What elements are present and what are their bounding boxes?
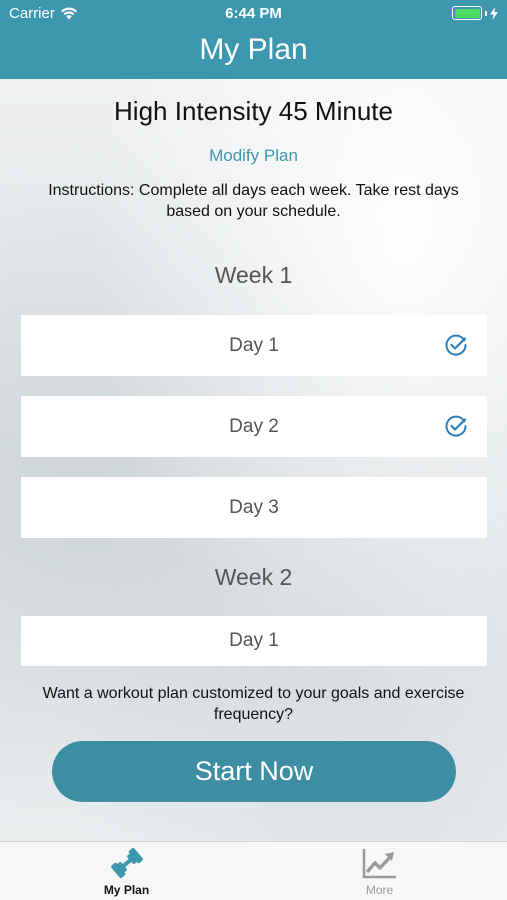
day-row[interactable]: Day 1 [21,315,487,376]
tab-more[interactable]: More [253,842,506,900]
day-row[interactable]: Day 2 [21,396,487,457]
day-label: Day 2 [229,415,279,437]
status-bar: Carrier 6:44 PM [0,0,507,28]
day-label: Day 1 [229,630,279,651]
dumbbell-icon [110,848,143,878]
charging-bolt-icon [490,6,498,20]
chart-trend-icon [362,849,396,879]
week-heading: Week 1 [214,262,293,288]
tab-my-plan[interactable]: My Plan [0,842,253,900]
tab-bar: My Plan More [0,841,507,900]
tab-label: More [365,883,394,897]
day-label: Day 3 [229,496,279,518]
battery-icon [452,6,498,20]
day-row[interactable]: Day 3 [21,477,487,538]
completed-check-icon [445,334,467,356]
day-label: Day 1 [229,334,279,356]
status-time: 6:44 PM [225,5,282,22]
week-heading: Week 2 [214,564,293,590]
modify-plan-link[interactable]: Modify Plan [0,146,507,166]
completed-check-icon [445,415,467,437]
day-row[interactable]: Day 1 [21,616,487,666]
start-now-button[interactable]: Start Now [52,741,456,802]
plan-title: High Intensity 45 Minute [114,96,393,126]
nav-title: My Plan [199,33,308,66]
promo-text: Want a workout plan customized to your g… [42,685,465,723]
header: Carrier 6:44 PM My Plan [0,0,507,79]
tab-label: My Plan [103,883,150,897]
plan-content: High Intensity 45 Minute Modify Plan Ins… [0,79,507,841]
plan-instructions: Instructions: Complete all days each wee… [48,182,459,220]
